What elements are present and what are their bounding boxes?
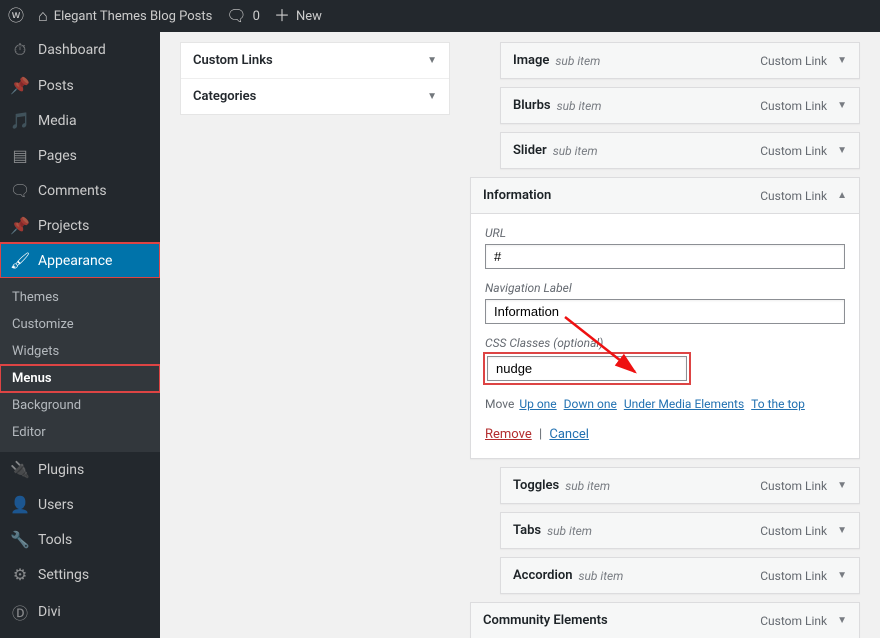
submenu-menus[interactable]: Menus <box>0 365 160 392</box>
sidebar-item-projects[interactable]: 📌Projects <box>0 208 160 243</box>
media-icon: 🎵 <box>10 111 30 130</box>
user-icon: 👤 <box>10 495 30 514</box>
menu-item-handle[interactable]: Toggles sub item Custom Link ▼ <box>501 468 859 503</box>
chevron-down-icon: ▼ <box>837 100 847 111</box>
new-label: New <box>296 9 322 24</box>
menu-item: Blurbs sub item Custom Link ▼ <box>500 87 860 124</box>
menu-item-handle[interactable]: Slider sub item Custom Link ▼ <box>501 133 859 168</box>
sidebar-item-posts[interactable]: 📌Posts <box>0 68 160 103</box>
sidebar-collapse[interactable]: ◀Collapse menu <box>0 632 160 638</box>
sidebar-item-divi[interactable]: ⒹDivi <box>0 592 160 632</box>
accordion-custom-links[interactable]: Custom Links▼ <box>181 43 449 79</box>
site-home-link[interactable]: ⌂ Elegant Themes Blog Posts <box>38 8 212 24</box>
admin-sidebar: ⏱Dashboard 📌Posts 🎵Media ▤Pages 🗨Comment… <box>0 32 160 638</box>
menu-item-handle[interactable]: Image sub item Custom Link ▼ <box>501 43 859 78</box>
comment-icon: 🗨 <box>226 8 246 24</box>
cancel-link[interactable]: Cancel <box>549 427 589 442</box>
sidebar-item-tools[interactable]: 🔧Tools <box>0 522 160 557</box>
nav-label-input[interactable] <box>485 299 845 324</box>
content-area: Custom Links▼ Categories▼ Image sub item… <box>160 32 880 638</box>
nav-label: Navigation Label <box>485 281 845 295</box>
menu-item: Image sub item Custom Link ▼ <box>500 42 860 79</box>
highlight-annotation <box>485 354 689 383</box>
appearance-submenu: Themes Customize Widgets Menus Backgroun… <box>0 278 160 452</box>
wp-logo[interactable]: ⓦ <box>8 8 24 24</box>
sidebar-item-appearance[interactable]: 🖌Appearance <box>0 243 160 278</box>
divi-icon: Ⓓ <box>10 600 30 624</box>
sidebar-item-comments[interactable]: 🗨Comments <box>0 173 160 208</box>
pages-icon: ▤ <box>10 146 30 165</box>
plus-icon: ＋ <box>274 8 290 24</box>
menu-item-handle[interactable]: Accordion sub item Custom Link ▼ <box>501 558 859 593</box>
menu-item: Accordion sub item Custom Link ▼ <box>500 557 860 594</box>
menu-item: Tabs sub item Custom Link ▼ <box>500 512 860 549</box>
menu-item-handle[interactable]: Tabs sub item Custom Link ▼ <box>501 513 859 548</box>
submenu-widgets[interactable]: Widgets <box>0 338 160 365</box>
menu-item-handle[interactable]: Community Elements Custom Link ▼ <box>471 603 859 638</box>
move-up-link[interactable]: Up one <box>519 397 556 411</box>
sidebar-item-settings[interactable]: ⚙Settings <box>0 557 160 592</box>
menu-item: Community Elements Custom Link ▼ <box>470 602 860 638</box>
chevron-up-icon: ▲ <box>837 190 847 201</box>
menu-item: Slider sub item Custom Link ▼ <box>500 132 860 169</box>
dashboard-icon: ⏱ <box>10 40 30 60</box>
chevron-down-icon: ▼ <box>427 91 437 102</box>
pin-icon: 📌 <box>10 76 30 95</box>
css-classes-label: CSS Classes (optional) <box>485 336 845 350</box>
add-items-column: Custom Links▼ Categories▼ <box>180 42 450 618</box>
comments-icon: 🗨 <box>10 181 30 200</box>
home-icon: ⌂ <box>38 8 48 24</box>
remove-cancel-row: Remove | Cancel <box>485 427 845 442</box>
submenu-background[interactable]: Background <box>0 392 160 419</box>
sidebar-item-users[interactable]: 👤Users <box>0 487 160 522</box>
comments-count: 0 <box>253 9 260 24</box>
admin-toolbar: ⓦ ⌂Elegant Themes Blog Posts 🗨0 ＋New <box>0 0 880 32</box>
move-down-link[interactable]: Down one <box>564 397 617 411</box>
menu-structure-column: Image sub item Custom Link ▼ Blurbs sub … <box>470 42 860 618</box>
menu-item-handle[interactable]: Blurbs sub item Custom Link ▼ <box>501 88 859 123</box>
comments-link[interactable]: 🗨0 <box>226 8 260 24</box>
pin-icon: 📌 <box>10 216 30 235</box>
remove-link[interactable]: Remove <box>485 427 532 442</box>
sidebar-item-media[interactable]: 🎵Media <box>0 103 160 138</box>
menu-item: Toggles sub item Custom Link ▼ <box>500 467 860 504</box>
menu-item-handle[interactable]: Information Custom Link ▲ <box>471 178 859 213</box>
move-top-link[interactable]: To the top <box>751 397 805 411</box>
chevron-down-icon: ▼ <box>837 145 847 156</box>
wrench-icon: 🔧 <box>10 530 30 549</box>
chevron-down-icon: ▼ <box>837 615 847 626</box>
plug-icon: 🔌 <box>10 460 30 479</box>
chevron-down-icon: ▼ <box>837 55 847 66</box>
url-input[interactable] <box>485 244 845 269</box>
brush-icon: 🖌 <box>10 251 30 270</box>
new-content-link[interactable]: ＋ New <box>274 8 322 24</box>
sliders-icon: ⚙ <box>10 565 30 584</box>
css-classes-input[interactable] <box>487 356 687 381</box>
url-label: URL <box>485 226 845 240</box>
chevron-down-icon: ▼ <box>837 525 847 536</box>
site-title: Elegant Themes Blog Posts <box>54 9 213 24</box>
move-links: Move Up one Down one Under Media Element… <box>485 397 845 411</box>
menu-item-open: Information Custom Link ▲ URL Navigation… <box>470 177 860 459</box>
menu-item-settings: URL Navigation Label CSS Classes (option… <box>471 213 859 458</box>
add-items-accordion: Custom Links▼ Categories▼ <box>180 42 450 115</box>
submenu-editor[interactable]: Editor <box>0 419 160 446</box>
sidebar-item-dashboard[interactable]: ⏱Dashboard <box>0 32 160 68</box>
accordion-categories[interactable]: Categories▼ <box>181 79 449 114</box>
sidebar-item-plugins[interactable]: 🔌Plugins <box>0 452 160 487</box>
submenu-customize[interactable]: Customize <box>0 311 160 338</box>
chevron-down-icon: ▼ <box>837 570 847 581</box>
submenu-themes[interactable]: Themes <box>0 284 160 311</box>
chevron-down-icon: ▼ <box>837 480 847 491</box>
sidebar-item-pages[interactable]: ▤Pages <box>0 138 160 173</box>
chevron-down-icon: ▼ <box>427 55 437 66</box>
move-under-link[interactable]: Under Media Elements <box>624 397 744 411</box>
